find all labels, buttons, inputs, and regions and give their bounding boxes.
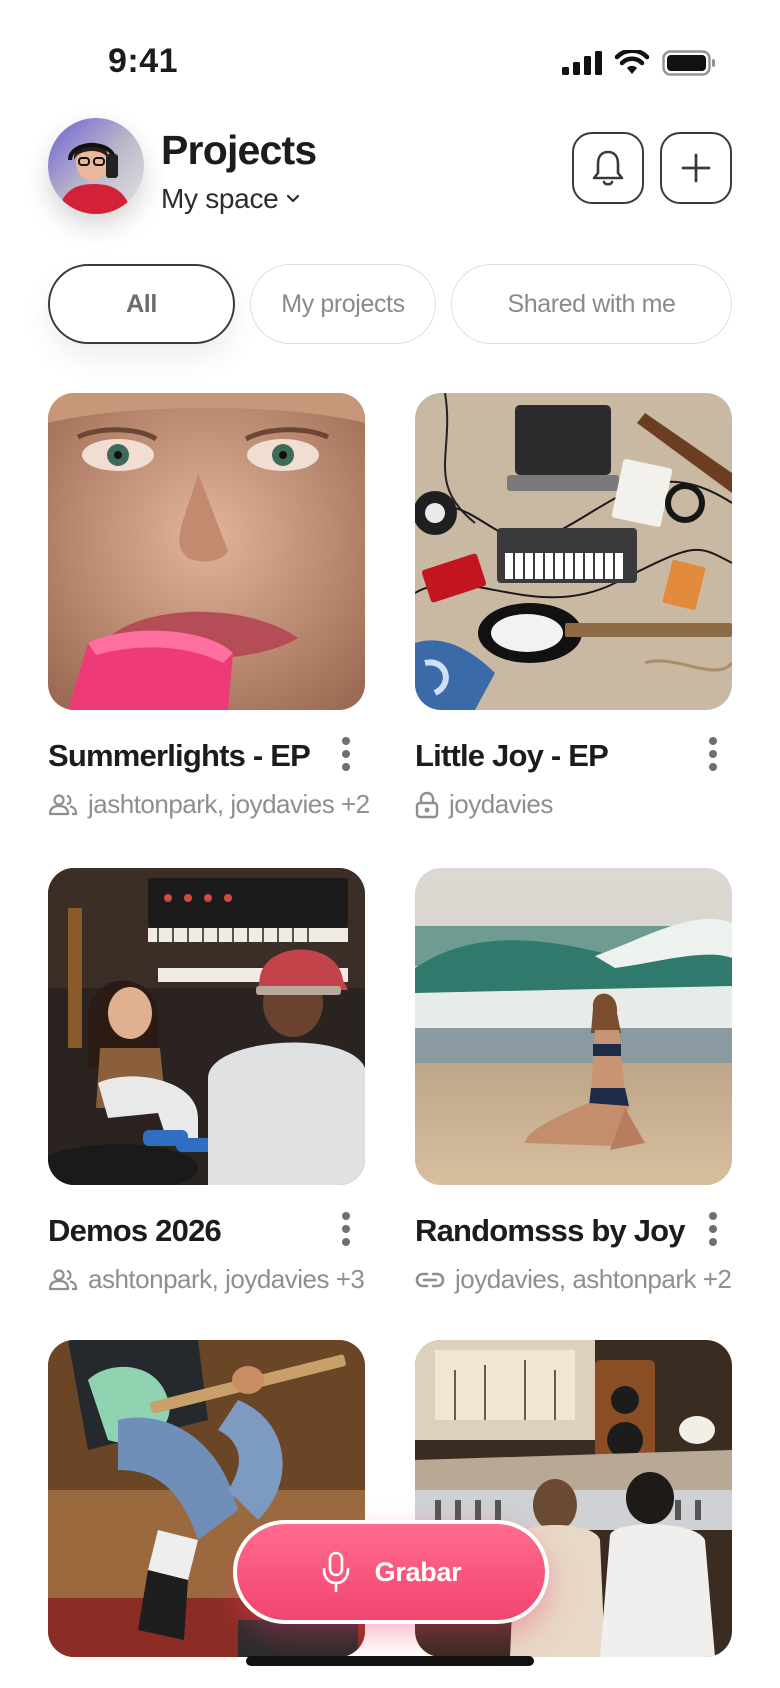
space-selector[interactable]: My space — [161, 183, 316, 215]
notifications-button[interactable] — [572, 132, 644, 204]
avatar[interactable] — [48, 118, 144, 214]
project-title[interactable]: Randomsss by Joy — [415, 1213, 686, 1249]
page-title: Projects — [161, 127, 317, 173]
status-time: 9:41 — [108, 42, 179, 80]
more-options-button[interactable] — [335, 1209, 357, 1249]
project-collaborators: joydavies, ashtonpark +2 — [455, 1264, 732, 1294]
project-meta: joydavies — [415, 789, 553, 820]
project-meta: ashtonpark, joydavies +3 — [48, 1264, 365, 1295]
add-project-button[interactable] — [660, 132, 732, 204]
project-card[interactable]: Little Joy - EP joydavies — [415, 393, 732, 819]
chevron-down-icon — [287, 194, 300, 203]
more-options-button[interactable] — [702, 734, 724, 774]
project-thumbnail[interactable] — [415, 868, 732, 1185]
cellular-signal-icon — [562, 51, 602, 75]
header: Projects My space — [48, 118, 732, 218]
project-collaborators: jashtonpark, joydavies +2 — [88, 789, 370, 819]
space-label: My space — [161, 183, 279, 214]
microphone-icon — [322, 1551, 349, 1593]
record-button[interactable]: Grabar — [233, 1520, 549, 1624]
status-icons — [562, 50, 716, 76]
tab-all[interactable]: All — [48, 264, 235, 344]
home-indicator — [246, 1656, 534, 1666]
project-title[interactable]: Demos 2026 — [48, 1213, 222, 1249]
people-icon — [48, 1268, 78, 1290]
bell-icon — [592, 150, 624, 186]
link-icon — [415, 1272, 445, 1287]
project-title[interactable]: Little Joy - EP — [415, 738, 609, 774]
project-collaborators: ashtonpark, joydavies +3 — [88, 1264, 365, 1294]
more-options-button[interactable] — [702, 1209, 724, 1249]
wifi-icon — [614, 50, 650, 74]
record-button-label: Grabar — [374, 1556, 462, 1587]
project-card[interactable]: Randomsss by Joy joydavies, ashtonpark +… — [415, 868, 732, 1294]
project-thumbnail[interactable] — [48, 393, 365, 710]
project-title[interactable]: Summerlights - EP — [48, 738, 311, 774]
project-collaborators: joydavies — [449, 789, 553, 819]
project-thumbnail[interactable] — [48, 868, 365, 1185]
project-card[interactable]: Demos 2026 ashtonpark, joydavies +3 — [48, 868, 365, 1294]
plus-icon — [681, 153, 711, 183]
title-wrap: Projects My space — [161, 127, 317, 215]
people-icon — [48, 793, 78, 815]
project-meta: jashtonpark, joydavies +2 — [48, 789, 370, 820]
tab-shared-with-me[interactable]: Shared with me — [451, 264, 732, 344]
project-thumbnail[interactable] — [415, 393, 732, 710]
project-card[interactable]: Summerlights - EP jashtonpark, joydavies… — [48, 393, 370, 819]
battery-icon — [662, 50, 715, 76]
status-bar: 9:41 — [0, 0, 780, 110]
filter-tabs: All My projects Shared with me — [48, 264, 732, 344]
more-options-button[interactable] — [335, 734, 357, 774]
project-meta: joydavies, ashtonpark +2 — [415, 1264, 732, 1295]
tab-my-projects[interactable]: My projects — [250, 264, 436, 344]
lock-icon — [415, 791, 439, 818]
